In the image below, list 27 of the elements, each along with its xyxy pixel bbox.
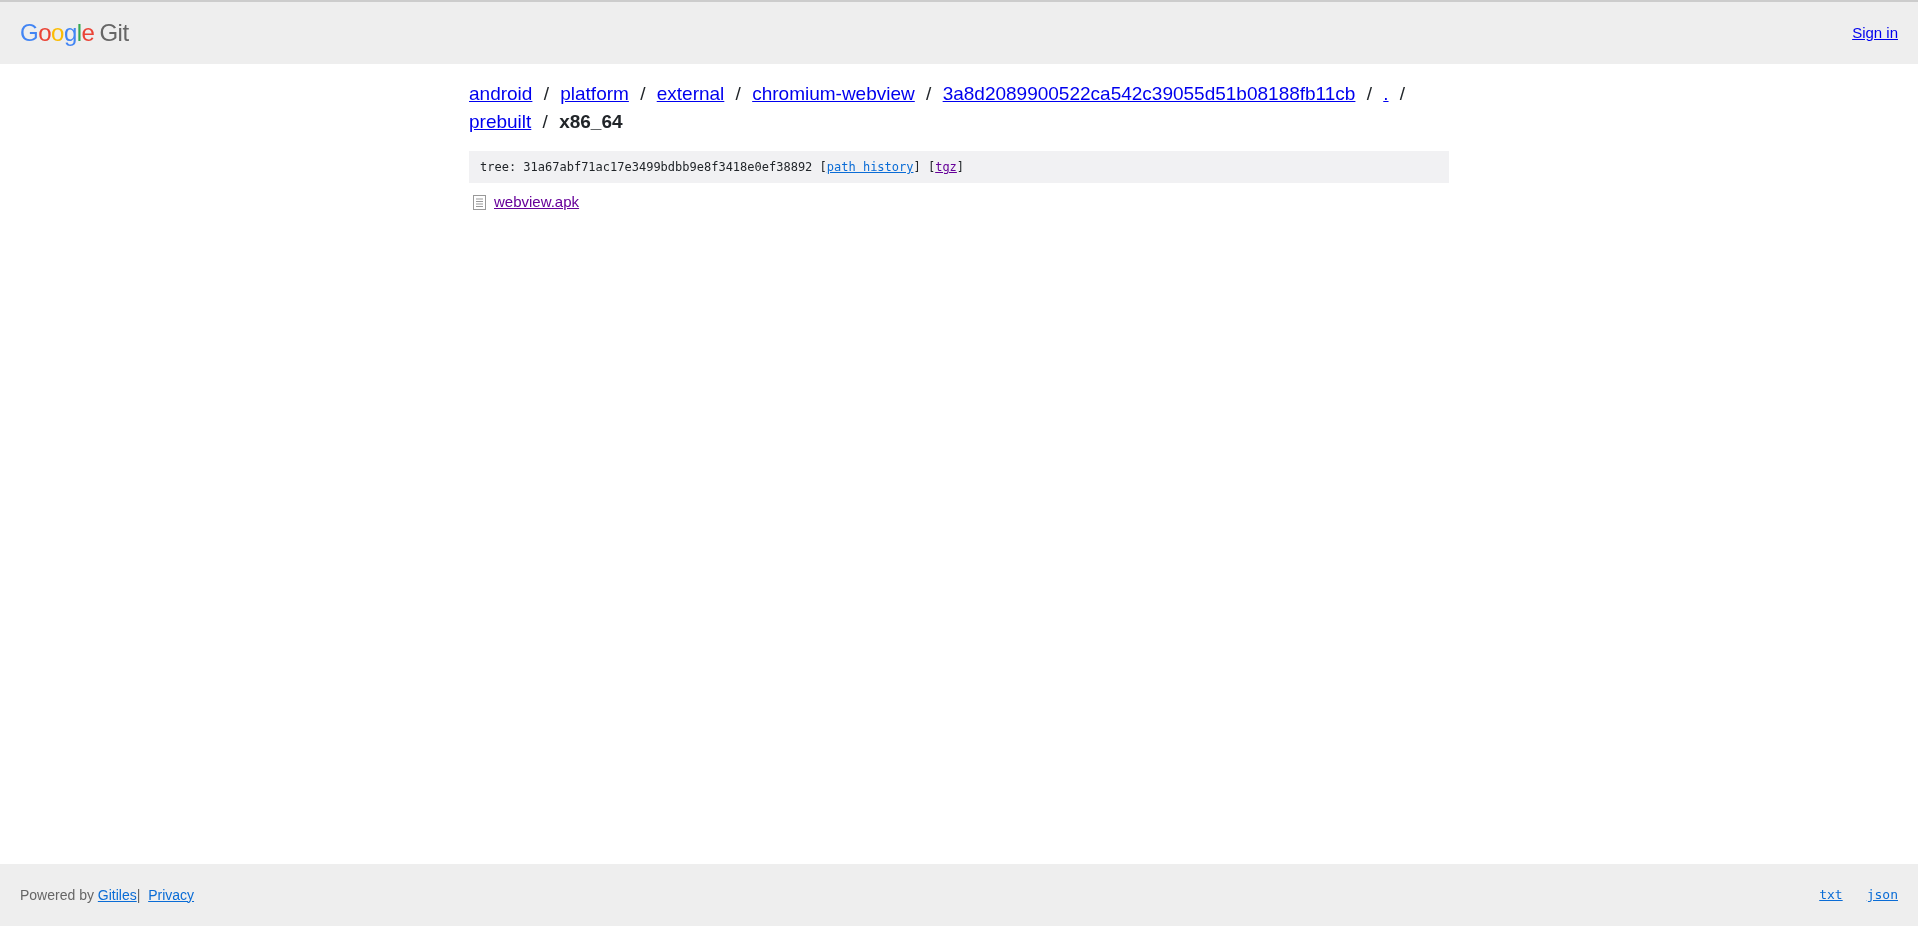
breadcrumb-separator: / bbox=[542, 111, 548, 132]
format-link[interactable]: json bbox=[1866, 885, 1898, 905]
breadcrumb-link[interactable]: . bbox=[1383, 83, 1389, 104]
separator-text: | bbox=[136, 885, 141, 905]
sign-in-link[interactable]: Sign in bbox=[1852, 21, 1898, 45]
file-link[interactable]: webview.apk bbox=[494, 191, 580, 214]
file-icon bbox=[473, 194, 486, 210]
privacy-link[interactable]: Privacy bbox=[148, 884, 195, 906]
breadcrumb-separator: / bbox=[735, 83, 741, 104]
breadcrumb-link[interactable]: chromium-webview bbox=[752, 83, 915, 104]
current-folder-name: x86_64 bbox=[559, 111, 623, 132]
path-history-link[interactable]: path history bbox=[826, 160, 914, 174]
powered-by-text: Powered by bbox=[20, 885, 94, 905]
breadcrumb-link[interactable]: prebuilt bbox=[469, 111, 532, 132]
breadcrumb-link[interactable]: 3a8d2089900522ca542c39055d51b08188fb11cb bbox=[942, 83, 1356, 104]
format-link[interactable]: txt bbox=[1819, 885, 1843, 905]
google-git-logo[interactable]: Google Git bbox=[20, 15, 129, 51]
archive-link[interactable]: tgz bbox=[935, 160, 957, 174]
breadcrumb-link[interactable]: android bbox=[469, 83, 533, 104]
breadcrumb-link[interactable]: external bbox=[656, 83, 725, 104]
breadcrumb-separator: / bbox=[640, 83, 646, 104]
breadcrumb-link[interactable]: platform bbox=[560, 83, 629, 104]
breadcrumb-separator: / bbox=[926, 83, 932, 104]
breadcrumb-separator: / bbox=[543, 83, 549, 104]
gitiles-link[interactable]: Gitiles bbox=[97, 884, 137, 906]
breadcrumb-separator: / bbox=[1366, 83, 1372, 104]
breadcrumb-separator: / bbox=[1399, 83, 1406, 104]
